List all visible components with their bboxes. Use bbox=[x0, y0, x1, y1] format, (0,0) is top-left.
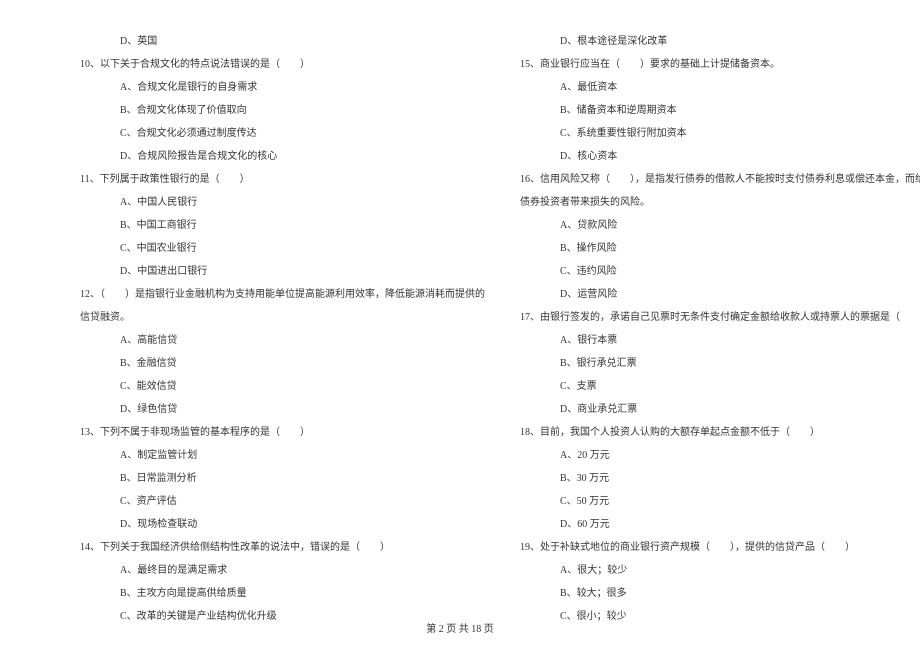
question-14-option-a: A、最终目的是满足需求 bbox=[60, 559, 430, 582]
question-15-stem: 15、商业银行应当在（ ）要求的基础上计提储备资本。 bbox=[500, 53, 870, 76]
question-15-option-b: B、储备资本和逆周期资本 bbox=[500, 99, 870, 122]
right-column: D、根本途径是深化改革 15、商业银行应当在（ ）要求的基础上计提储备资本。 A… bbox=[460, 30, 920, 628]
question-12-option-a: A、高能信贷 bbox=[60, 329, 430, 352]
page-footer: 第 2 页 共 18 页 bbox=[0, 620, 920, 635]
question-12-stem-line1: 12、（ ）是指银行业金融机构为支持用能单位提高能源利用效率，降低能源消耗而提供… bbox=[60, 283, 430, 306]
option-d-previous-right: D、根本途径是深化改革 bbox=[500, 30, 870, 53]
option-d-previous: D、英国 bbox=[60, 30, 430, 53]
page-columns: D、英国 10、以下关于合规文化的特点说法错误的是（ ） A、合规文化是银行的自… bbox=[0, 30, 920, 628]
question-17-stem: 17、由银行签发的，承诺自己见票时无条件支付确定金额给收款人或持票人的票据是（ … bbox=[500, 306, 870, 329]
question-16-option-c: C、违约风险 bbox=[500, 260, 870, 283]
question-13-option-a: A、制定监管计划 bbox=[60, 444, 430, 467]
question-18-stem: 18、目前，我国个人投资人认购的大额存单起点金额不低于（ ） bbox=[500, 421, 870, 444]
question-17-option-a: A、银行本票 bbox=[500, 329, 870, 352]
question-10-option-d: D、合规风险报告是合规文化的核心 bbox=[60, 145, 430, 168]
question-16-option-d: D、运营风险 bbox=[500, 283, 870, 306]
question-13-option-c: C、资产评估 bbox=[60, 490, 430, 513]
question-17-option-c: C、支票 bbox=[500, 375, 870, 398]
question-13-option-d: D、现场检查联动 bbox=[60, 513, 430, 536]
question-11-option-b: B、中国工商银行 bbox=[60, 214, 430, 237]
question-10-option-c: C、合规文化必须通过制度传达 bbox=[60, 122, 430, 145]
question-17-option-d: D、商业承兑汇票 bbox=[500, 398, 870, 421]
question-15-option-a: A、最低资本 bbox=[500, 76, 870, 99]
question-10-stem: 10、以下关于合规文化的特点说法错误的是（ ） bbox=[60, 53, 430, 76]
question-18-option-d: D、60 万元 bbox=[500, 513, 870, 536]
question-16-option-b: B、操作风险 bbox=[500, 237, 870, 260]
question-16-option-a: A、贷款风险 bbox=[500, 214, 870, 237]
question-11-stem: 11、下列属于政策性银行的是（ ） bbox=[60, 168, 430, 191]
question-11-option-d: D、中国进出口银行 bbox=[60, 260, 430, 283]
question-15-option-d: D、核心资本 bbox=[500, 145, 870, 168]
question-10-option-b: B、合规文化体现了价值取向 bbox=[60, 99, 430, 122]
question-18-option-b: B、30 万元 bbox=[500, 467, 870, 490]
question-13-option-b: B、日常监测分析 bbox=[60, 467, 430, 490]
question-13-stem: 13、下列不属于非现场监管的基本程序的是（ ） bbox=[60, 421, 430, 444]
question-16-stem-line1: 16、信用风险又称（ ），是指发行债券的借款人不能按时支付债券利息或偿还本金，而… bbox=[500, 168, 870, 191]
question-12-option-c: C、能效信贷 bbox=[60, 375, 430, 398]
question-18-option-a: A、20 万元 bbox=[500, 444, 870, 467]
question-11-option-c: C、中国农业银行 bbox=[60, 237, 430, 260]
question-15-option-c: C、系统重要性银行附加资本 bbox=[500, 122, 870, 145]
question-14-option-b: B、主攻方向是提高供给质量 bbox=[60, 582, 430, 605]
question-12-option-d: D、绿色信贷 bbox=[60, 398, 430, 421]
question-18-option-c: C、50 万元 bbox=[500, 490, 870, 513]
question-19-stem: 19、处于补缺式地位的商业银行资产规模（ ），提供的信贷产品（ ） bbox=[500, 536, 870, 559]
question-16-stem-line2: 债券投资者带来损失的风险。 bbox=[500, 191, 870, 214]
question-11-option-a: A、中国人民银行 bbox=[60, 191, 430, 214]
left-column: D、英国 10、以下关于合规文化的特点说法错误的是（ ） A、合规文化是银行的自… bbox=[0, 30, 460, 628]
question-19-option-b: B、较大；很多 bbox=[500, 582, 870, 605]
question-17-option-b: B、银行承兑汇票 bbox=[500, 352, 870, 375]
question-12-option-b: B、金融信贷 bbox=[60, 352, 430, 375]
question-10-option-a: A、合规文化是银行的自身需求 bbox=[60, 76, 430, 99]
question-12-stem-line2: 信贷融资。 bbox=[60, 306, 430, 329]
question-19-option-a: A、很大；较少 bbox=[500, 559, 870, 582]
question-14-stem: 14、下列关于我国经济供给侧结构性改革的说法中，错误的是（ ） bbox=[60, 536, 430, 559]
